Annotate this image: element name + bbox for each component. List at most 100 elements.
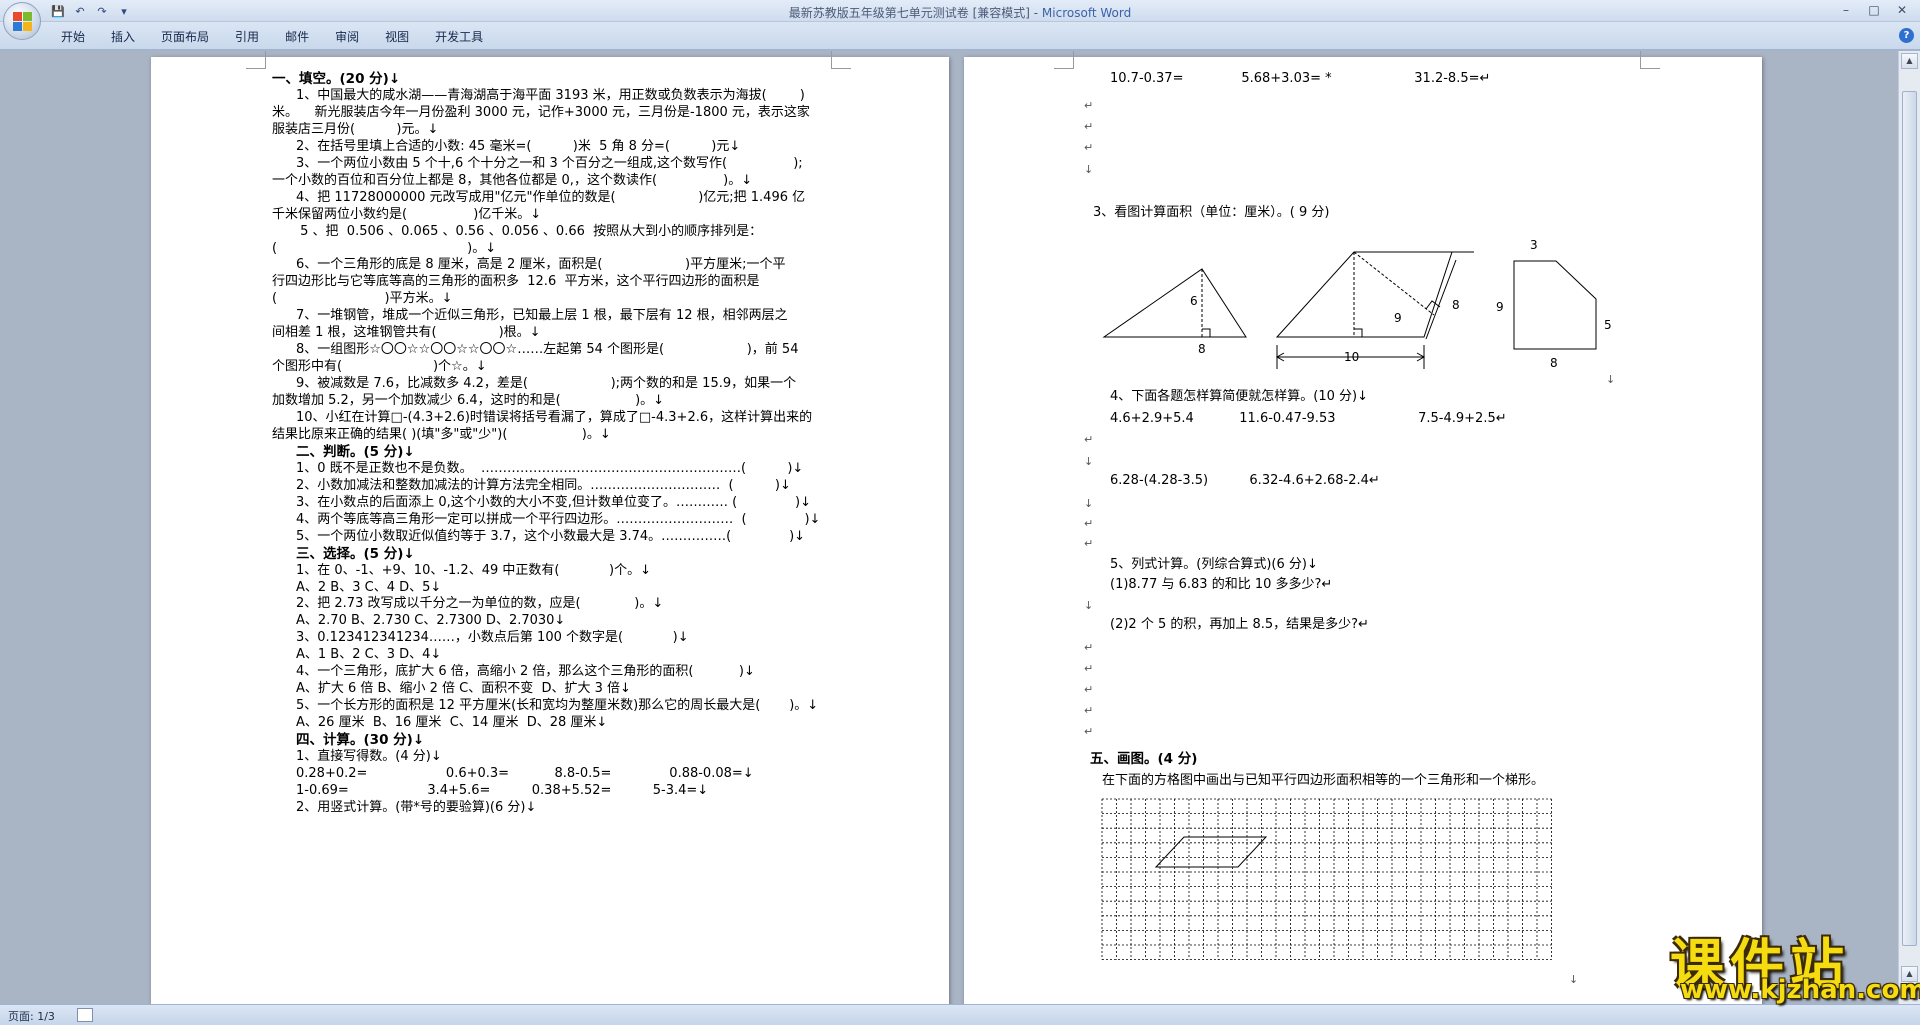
given-parallelogram: [1154, 836, 1268, 868]
minimize-button[interactable]: –: [1832, 1, 1860, 20]
tab-review[interactable]: 审阅: [322, 28, 372, 46]
title-bar: 💾 ↶ ↷ ▾ 最新苏教版五年级第七单元测试卷 [兼容模式] - Microso…: [0, 0, 1920, 22]
question-line: 1、中国最大的咸水湖——青海湖高于海平面 3193 米，用正数或负数表示为海拔(…: [296, 87, 805, 103]
parallelogram-figure: [1275, 251, 1453, 338]
paragraph-mark: ↵: [1084, 120, 1094, 133]
question-line: 2、用竖式计算。(带*号的要验算)(6 分)↓: [296, 799, 537, 815]
parallelogram-side-height: [1353, 251, 1435, 316]
paragraph-mark: ↵: [1084, 517, 1094, 530]
question-line: 5 、把 0.506 、0.065 、0.56 、0.056 、0.66 按照从…: [296, 223, 763, 239]
question-line: A、2.70 B、2.730 C、2.7300 D、2.7030↓: [296, 613, 566, 629]
ribbon-tab-bar: 开始 插入 页面布局 引用 邮件 审阅 视图 开发工具 ?: [0, 22, 1920, 50]
pentagon-bottom-label: 8: [1550, 356, 1558, 370]
question-line: 0.28+0.2= 0.6+0.3= 8.8-0.5= 0.88-0.08=↓: [296, 765, 754, 781]
office-button[interactable]: [3, 2, 41, 40]
question-line: 1、0 既不是正数也不是负数。 ……………………………………………………( )↓: [296, 460, 804, 476]
pentagon-left-label: 9: [1496, 300, 1504, 314]
crop-mark: [1054, 51, 1074, 69]
question-4-row-2: 6.28-(4.28-3.5) 6.32-4.6+2.68-2.4↵: [1110, 473, 1380, 488]
question-line: 9、被减数是 7.6，比减数多 4.2，差是( );两个数的和是 15.9，如果…: [296, 376, 797, 392]
crop-mark: [1640, 51, 1660, 69]
vertical-scrollbar[interactable]: ▲ ▲ ▼: [1898, 51, 1920, 1004]
question-line: 4、两个等底等高三角形一定可以拼成一个平行四边形。……………………… ( )↓: [296, 511, 821, 527]
question-line: 1、在 0、-1、+9、10、-1.2、49 中正数有( )个。↓: [296, 562, 652, 578]
paragraph-mark: ↓: [1084, 497, 1094, 510]
question-4-row-1: 4.6+2.9+5.4 11.6-0.47-9.53 7.5-4.9+2.5↵: [1110, 411, 1507, 426]
question-line: 7、一堆钢管，堆成一个近似三角形，已知最上层 1 根，最下层有 12 根，相邻两…: [296, 308, 788, 324]
parallelogram-base-label: 10: [1344, 350, 1359, 364]
paragraph-mark: ↵: [1084, 704, 1094, 717]
question-line: 5、一个两位小数取近似值约等于 3.7，这个小数最大是 3.74。……………( …: [296, 528, 806, 544]
question-line: 个图形中有( )个☆。↓: [272, 359, 487, 375]
section-heading: 四、计算。(30 分)↓: [296, 732, 425, 749]
question-line: 千米保留两位小数约是( )亿千米。↓: [272, 206, 542, 222]
document-page-2[interactable]: 10.7-0.37= 5.68+3.03= * 31.2-8.5=↵ ↵ ↵ ↵…: [964, 51, 1762, 1004]
tab-developer[interactable]: 开发工具: [422, 28, 496, 46]
paragraph-mark: ↓: [1084, 163, 1094, 176]
section-heading: 二、判断。(5 分)↓: [296, 443, 415, 460]
pentagon-top-label: 3: [1530, 238, 1538, 252]
tab-insert[interactable]: 插入: [98, 28, 148, 46]
paragraph-mark: ↵: [1084, 99, 1094, 112]
paragraph-mark: ↓: [1084, 599, 1094, 612]
status-bar: 页面: 1/3: [0, 1004, 1920, 1025]
tab-references[interactable]: 引用: [222, 28, 272, 46]
proofing-icon[interactable]: [77, 1008, 93, 1022]
watermark-url: www.kjzhan.com: [1680, 975, 1920, 1005]
scrollbar-thumb[interactable]: [1902, 91, 1917, 946]
pentagon-figure: [1513, 260, 1597, 350]
calc-row: 10.7-0.37= 5.68+3.03= * 31.2-8.5=↵: [1110, 71, 1491, 86]
question-line: A、26 厘米 B、16 厘米 C、14 厘米 D、28 厘米↓: [296, 715, 608, 731]
parallelogram-height-label: 9: [1394, 311, 1402, 325]
paragraph-mark: ↓: [1569, 973, 1579, 986]
question-line: A、1 B、2 C、3 D、4↓: [296, 647, 442, 663]
triangle-height-label: 6: [1190, 294, 1198, 308]
question-line: 行四边形比与它等底等高的三角形的面积多 12.6 平方米，这个平行四边形的面积是: [272, 274, 760, 290]
tab-home[interactable]: 开始: [48, 28, 98, 46]
document-page-1[interactable]: 一、填空。(20 分)↓ 1、中国最大的咸水湖——青海湖高于海平面 3193 米，…: [151, 51, 949, 1004]
paragraph-mark: ↵: [1084, 537, 1094, 550]
question-line: 服装店三月份( )元。↓: [272, 121, 439, 137]
question-line: 结果比原来正确的结果( )(填"多"或"少")( )。↓: [272, 426, 611, 442]
window-title: 最新苏教版五年级第七单元测试卷 [兼容模式] - Microsoft Word: [0, 4, 1920, 21]
question-5-heading: 5、列式计算。(列综合算式)(6 分)↓: [1110, 557, 1318, 572]
help-icon[interactable]: ?: [1899, 28, 1914, 43]
question-line: 加数增加 5.2，另一个加数减少 6.4，这时的和是( )。↓: [272, 393, 665, 409]
parallelogram-side-label: 8: [1452, 298, 1460, 312]
drawing-grid: [1101, 798, 1552, 961]
question-line: 4、把 11728000000 元改写成用"亿元"作单位的数是( )亿元;把 1…: [296, 189, 806, 205]
question-line: 6、一个三角形的底是 8 厘米，高是 2 厘米，面积是( )平方厘米;一个平: [296, 257, 786, 273]
paragraph-mark: ↓: [1084, 455, 1094, 468]
tab-mailings[interactable]: 邮件: [272, 28, 322, 46]
paragraph-mark: ↵: [1084, 141, 1094, 154]
question-line: A、2 B、3 C、4 D、5↓: [296, 579, 442, 595]
right-angle-mark: [1202, 328, 1211, 337]
question-5-item-2: (2)2 个 5 的积，再加上 8.5，结果是多少?↵: [1110, 617, 1369, 632]
triangle-figure: [1102, 268, 1247, 338]
tab-page-layout[interactable]: 页面布局: [148, 28, 222, 46]
paragraph-mark: ↵: [1084, 641, 1094, 654]
question-5-item-1: (1)8.77 与 6.83 的和比 10 多多少?↵: [1110, 577, 1333, 592]
tab-view[interactable]: 视图: [372, 28, 422, 46]
question-3-heading: 3、看图计算面积（单位：厘米）。( 9 分): [1093, 205, 1330, 220]
maximize-button[interactable]: □: [1860, 1, 1888, 20]
question-line: A、扩大 6 倍 B、缩小 2 倍 C、面积不变 D、扩大 3 倍↓: [296, 681, 631, 697]
question-line: 8、一组图形☆〇〇☆☆〇〇☆☆〇〇☆……左起第 54 个图形是( )，前 54: [296, 342, 799, 358]
document-area[interactable]: 一、填空。(20 分)↓ 1、中国最大的咸水湖——青海湖高于海平面 3193 米，…: [0, 51, 1898, 1004]
page-count[interactable]: 页面: 1/3: [8, 1008, 55, 1024]
close-button[interactable]: ✕: [1888, 1, 1916, 20]
question-line: ( )。↓: [272, 240, 497, 256]
question-line: 2、把 2.73 改写成以千分之一为单位的数，应是( )。↓: [296, 596, 664, 612]
question-line: 10、小红在计算□-(4.3+2.6)时错误将括号看漏了，算成了□-4.3+2.…: [296, 410, 813, 425]
question-line: ( )平方米。↓: [272, 291, 453, 307]
right-angle-mark: [1354, 328, 1363, 337]
question-line: 米。 新光服装店今年一月份盈利 3000 元，记作+3000 元，三月份是-18…: [272, 104, 810, 120]
scroll-up-icon[interactable]: ▲: [1901, 53, 1918, 69]
question-4-heading: 4、下面各题怎样算简便就怎样算。(10 分)↓: [1110, 389, 1368, 404]
crop-mark: [831, 51, 851, 69]
app-name: Microsoft Word: [1041, 6, 1132, 20]
section-heading: 一、填空。(20 分)↓: [272, 71, 401, 87]
document-title: 最新苏教版五年级第七单元测试卷 [兼容模式] -: [788, 6, 1042, 20]
area-figures: 6 8 9 8 10 3 9 5 8: [1102, 238, 1612, 370]
question-line: 2、在括号里填上合适的小数: 45 毫米=( )米 5 角 8 分=( )元↓: [296, 138, 741, 154]
